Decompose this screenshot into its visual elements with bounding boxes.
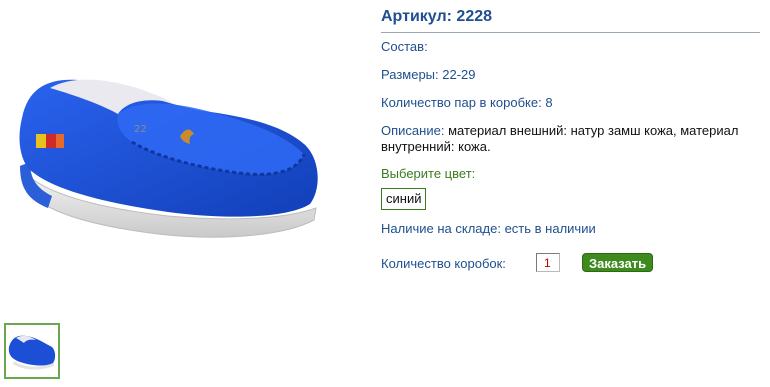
stock-value: есть в наличии bbox=[504, 221, 596, 236]
product-thumbnail[interactable] bbox=[4, 323, 60, 379]
order-button[interactable]: Заказать bbox=[582, 253, 653, 272]
sizes-row: Размеры: 22-29 bbox=[381, 67, 476, 82]
sizes-value: 22-29 bbox=[442, 67, 476, 82]
stock-label: Наличие на складе: bbox=[381, 221, 501, 236]
pairs-value: 8 bbox=[545, 95, 553, 110]
composition-row: Состав: bbox=[381, 39, 428, 54]
shoe-image: 22 bbox=[19, 79, 318, 238]
composition-label: Состав: bbox=[381, 39, 428, 54]
description-label: Описание: bbox=[381, 123, 445, 138]
title-divider bbox=[381, 32, 760, 33]
choose-color-label: Выберите цвет: bbox=[381, 166, 476, 181]
product-photo: 22 bbox=[8, 58, 326, 254]
color-option-button[interactable]: синий bbox=[381, 188, 427, 210]
description-row: Описание: материал внешний: натур замш к… bbox=[381, 123, 756, 155]
sizes-label: Размеры: bbox=[381, 67, 439, 82]
shoe-thumbnail-icon bbox=[8, 335, 56, 370]
shoe-emblem-text: 22 bbox=[134, 124, 147, 135]
product-title: Артикул: 2228 bbox=[381, 8, 493, 25]
box-qty-input[interactable] bbox=[536, 253, 560, 272]
stock-row: Наличие на складе: есть в наличии bbox=[381, 221, 596, 236]
pairs-label: Количество пар в коробке: bbox=[381, 95, 542, 110]
pairs-row: Количество пар в коробке: 8 bbox=[381, 95, 553, 110]
box-qty-label: Количество коробок: bbox=[381, 256, 506, 271]
